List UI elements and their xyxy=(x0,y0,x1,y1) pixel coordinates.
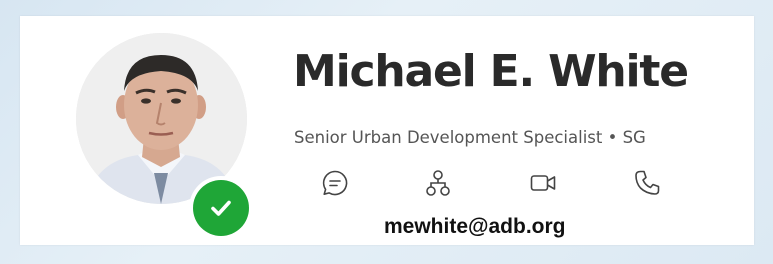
org-chart-button[interactable] xyxy=(422,167,454,199)
presence-available-indicator xyxy=(193,180,249,236)
chat-icon xyxy=(322,170,348,196)
profile-name: Michael E. White xyxy=(293,46,689,97)
profile-email[interactable]: mewhite@adb.org xyxy=(384,215,566,239)
chat-button[interactable] xyxy=(319,167,351,199)
checkmark-icon xyxy=(211,200,231,216)
phone-icon xyxy=(635,170,660,195)
presence-status-badge xyxy=(189,176,253,240)
video-call-icon xyxy=(530,175,556,191)
profile-job-title: Senior Urban Development Specialist • SG xyxy=(294,128,646,147)
phone-call-button[interactable] xyxy=(631,167,663,199)
video-call-button[interactable] xyxy=(527,167,559,199)
org-chart-icon xyxy=(426,170,450,196)
